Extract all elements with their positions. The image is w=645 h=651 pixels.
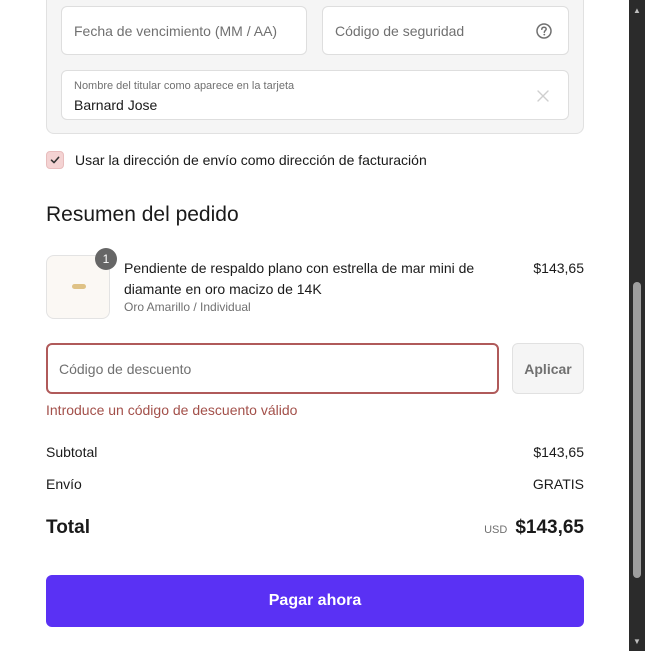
- expiry-date-field[interactable]: Fecha de vencimiento (MM / AA): [61, 6, 307, 55]
- total-amount: $143,65: [515, 517, 584, 538]
- scroll-up-icon[interactable]: ▲: [629, 2, 645, 18]
- scroll-down-icon[interactable]: ▼: [629, 633, 645, 649]
- discount-error-message: Introduce un código de descuento válido: [46, 402, 298, 418]
- product-variant: Oro Amarillo / Individual: [124, 300, 251, 314]
- total-currency: USD: [484, 524, 508, 536]
- close-icon[interactable]: [535, 88, 551, 104]
- total-row: Total USD $143,65: [46, 517, 584, 539]
- quantity-badge: 1: [95, 248, 117, 270]
- expiry-placeholder: Fecha de vencimiento (MM / AA): [74, 22, 278, 39]
- cardholder-name-field[interactable]: Nombre del titular como aparece en la ta…: [61, 70, 569, 120]
- subtotal-label: Subtotal: [46, 444, 98, 460]
- pendant-thumbnail: [72, 284, 86, 289]
- pay-now-button[interactable]: Pagar ahora: [46, 575, 584, 627]
- billing-address-option[interactable]: Usar la dirección de envío como direcció…: [46, 150, 427, 170]
- apply-discount-button[interactable]: Aplicar: [512, 343, 584, 394]
- billing-checkbox[interactable]: [46, 151, 64, 169]
- subtotal-row: Subtotal $143,65: [46, 444, 584, 460]
- discount-code-input[interactable]: Código de descuento: [46, 343, 499, 394]
- product-price: $143,65: [533, 260, 584, 276]
- question-circle-icon[interactable]: [535, 22, 553, 40]
- cardholder-name-value: Barnard Jose: [74, 97, 158, 113]
- total-label: Total: [46, 517, 90, 538]
- security-code-field[interactable]: Código de seguridad: [322, 6, 569, 55]
- order-summary-title: Resumen del pedido: [46, 203, 239, 226]
- check-icon: [50, 156, 60, 164]
- security-code-placeholder: Código de seguridad: [335, 22, 465, 39]
- cardholder-name-label: Nombre del titular como aparece en la ta…: [74, 80, 295, 92]
- billing-checkbox-label: Usar la dirección de envío como direcció…: [75, 152, 427, 168]
- discount-code-placeholder: Código de descuento: [59, 360, 192, 377]
- shipping-label: Envío: [46, 476, 82, 492]
- subtotal-value: $143,65: [533, 444, 584, 460]
- vertical-scrollbar[interactable]: ▲ ▼: [629, 0, 645, 651]
- product-name: Pendiente de respaldo plano con estrella…: [124, 260, 475, 297]
- scrollbar-thumb[interactable]: [633, 282, 641, 578]
- total-amount-group: USD $143,65: [484, 517, 584, 539]
- shipping-row: Envío GRATIS: [46, 476, 584, 492]
- shipping-value: GRATIS: [532, 476, 584, 492]
